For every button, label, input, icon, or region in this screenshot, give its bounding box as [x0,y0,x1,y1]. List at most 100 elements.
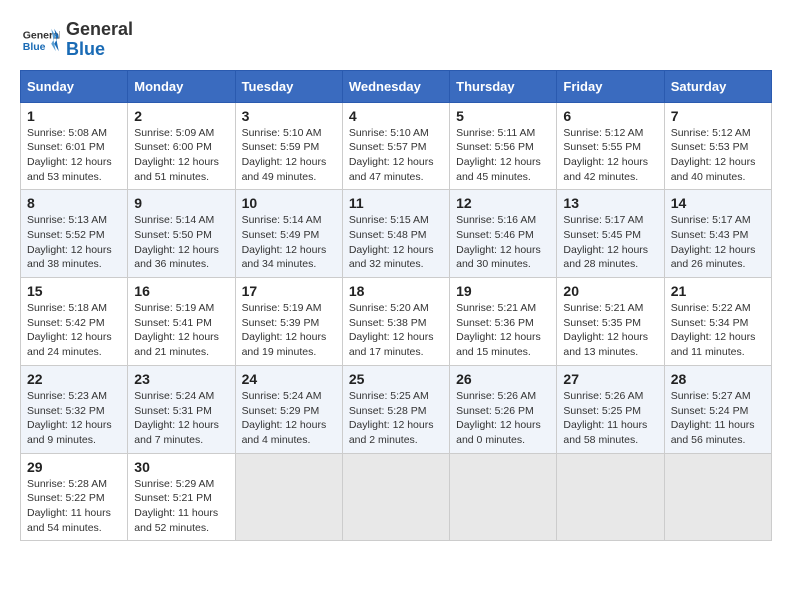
day-number: 19 [456,283,550,299]
day-detail: Sunrise: 5:08 AM Sunset: 6:01 PM Dayligh… [27,126,121,185]
day-number: 5 [456,108,550,124]
day-detail: Sunrise: 5:20 AM Sunset: 5:38 PM Dayligh… [349,301,443,360]
day-number: 23 [134,371,228,387]
day-detail: Sunrise: 5:26 AM Sunset: 5:26 PM Dayligh… [456,389,550,448]
day-detail: Sunrise: 5:27 AM Sunset: 5:24 PM Dayligh… [671,389,765,448]
calendar-cell: 3 Sunrise: 5:10 AM Sunset: 5:59 PM Dayli… [235,102,342,190]
day-number: 10 [242,195,336,211]
day-number: 11 [349,195,443,211]
day-detail: Sunrise: 5:10 AM Sunset: 5:57 PM Dayligh… [349,126,443,185]
day-number: 6 [563,108,657,124]
calendar-cell: 2 Sunrise: 5:09 AM Sunset: 6:00 PM Dayli… [128,102,235,190]
day-detail: Sunrise: 5:12 AM Sunset: 5:53 PM Dayligh… [671,126,765,185]
calendar-cell: 20 Sunrise: 5:21 AM Sunset: 5:35 PM Dayl… [557,278,664,366]
calendar-cell: 11 Sunrise: 5:15 AM Sunset: 5:48 PM Dayl… [342,190,449,278]
calendar-cell: 18 Sunrise: 5:20 AM Sunset: 5:38 PM Dayl… [342,278,449,366]
calendar-week-row: 22 Sunrise: 5:23 AM Sunset: 5:32 PM Dayl… [21,365,772,453]
day-detail: Sunrise: 5:21 AM Sunset: 5:36 PM Dayligh… [456,301,550,360]
day-detail: Sunrise: 5:16 AM Sunset: 5:46 PM Dayligh… [456,213,550,272]
calendar-cell: 30 Sunrise: 5:29 AM Sunset: 5:21 PM Dayl… [128,453,235,541]
calendar-cell: 22 Sunrise: 5:23 AM Sunset: 5:32 PM Dayl… [21,365,128,453]
day-number: 9 [134,195,228,211]
day-detail: Sunrise: 5:24 AM Sunset: 5:31 PM Dayligh… [134,389,228,448]
calendar-header-row: SundayMondayTuesdayWednesdayThursdayFrid… [21,70,772,102]
day-detail: Sunrise: 5:09 AM Sunset: 6:00 PM Dayligh… [134,126,228,185]
calendar-cell: 9 Sunrise: 5:14 AM Sunset: 5:50 PM Dayli… [128,190,235,278]
calendar-cell: 8 Sunrise: 5:13 AM Sunset: 5:52 PM Dayli… [21,190,128,278]
calendar-cell [450,453,557,541]
day-number: 24 [242,371,336,387]
calendar-cell: 1 Sunrise: 5:08 AM Sunset: 6:01 PM Dayli… [21,102,128,190]
day-detail: Sunrise: 5:12 AM Sunset: 5:55 PM Dayligh… [563,126,657,185]
calendar-cell: 14 Sunrise: 5:17 AM Sunset: 5:43 PM Dayl… [664,190,771,278]
day-detail: Sunrise: 5:14 AM Sunset: 5:50 PM Dayligh… [134,213,228,272]
day-detail: Sunrise: 5:28 AM Sunset: 5:22 PM Dayligh… [27,477,121,536]
logo-icon: General Blue [20,25,60,55]
calendar-week-row: 15 Sunrise: 5:18 AM Sunset: 5:42 PM Dayl… [21,278,772,366]
calendar-cell: 19 Sunrise: 5:21 AM Sunset: 5:36 PM Dayl… [450,278,557,366]
day-detail: Sunrise: 5:23 AM Sunset: 5:32 PM Dayligh… [27,389,121,448]
calendar-cell: 5 Sunrise: 5:11 AM Sunset: 5:56 PM Dayli… [450,102,557,190]
day-number: 13 [563,195,657,211]
day-number: 22 [27,371,121,387]
calendar-cell: 13 Sunrise: 5:17 AM Sunset: 5:45 PM Dayl… [557,190,664,278]
day-number: 7 [671,108,765,124]
calendar-cell: 25 Sunrise: 5:25 AM Sunset: 5:28 PM Dayl… [342,365,449,453]
day-number: 15 [27,283,121,299]
header-tuesday: Tuesday [235,70,342,102]
day-number: 26 [456,371,550,387]
day-detail: Sunrise: 5:19 AM Sunset: 5:41 PM Dayligh… [134,301,228,360]
day-detail: Sunrise: 5:24 AM Sunset: 5:29 PM Dayligh… [242,389,336,448]
day-number: 18 [349,283,443,299]
day-detail: Sunrise: 5:18 AM Sunset: 5:42 PM Dayligh… [27,301,121,360]
calendar-cell: 29 Sunrise: 5:28 AM Sunset: 5:22 PM Dayl… [21,453,128,541]
day-detail: Sunrise: 5:17 AM Sunset: 5:43 PM Dayligh… [671,213,765,272]
calendar-cell: 28 Sunrise: 5:27 AM Sunset: 5:24 PM Dayl… [664,365,771,453]
logo: General Blue General Blue [20,20,133,60]
calendar-cell [664,453,771,541]
calendar-cell: 24 Sunrise: 5:24 AM Sunset: 5:29 PM Dayl… [235,365,342,453]
day-number: 27 [563,371,657,387]
day-number: 25 [349,371,443,387]
calendar-cell [342,453,449,541]
calendar-cell: 7 Sunrise: 5:12 AM Sunset: 5:53 PM Dayli… [664,102,771,190]
calendar-cell: 12 Sunrise: 5:16 AM Sunset: 5:46 PM Dayl… [450,190,557,278]
day-number: 29 [27,459,121,475]
logo-name: General Blue [66,20,133,60]
day-number: 14 [671,195,765,211]
day-detail: Sunrise: 5:19 AM Sunset: 5:39 PM Dayligh… [242,301,336,360]
day-detail: Sunrise: 5:14 AM Sunset: 5:49 PM Dayligh… [242,213,336,272]
calendar-week-row: 1 Sunrise: 5:08 AM Sunset: 6:01 PM Dayli… [21,102,772,190]
header-saturday: Saturday [664,70,771,102]
calendar-cell: 10 Sunrise: 5:14 AM Sunset: 5:49 PM Dayl… [235,190,342,278]
header-sunday: Sunday [21,70,128,102]
calendar-cell: 21 Sunrise: 5:22 AM Sunset: 5:34 PM Dayl… [664,278,771,366]
calendar-cell: 4 Sunrise: 5:10 AM Sunset: 5:57 PM Dayli… [342,102,449,190]
calendar-cell [235,453,342,541]
day-number: 30 [134,459,228,475]
header-friday: Friday [557,70,664,102]
calendar-cell: 16 Sunrise: 5:19 AM Sunset: 5:41 PM Dayl… [128,278,235,366]
day-number: 2 [134,108,228,124]
header-wednesday: Wednesday [342,70,449,102]
day-number: 1 [27,108,121,124]
day-number: 28 [671,371,765,387]
day-number: 4 [349,108,443,124]
day-detail: Sunrise: 5:29 AM Sunset: 5:21 PM Dayligh… [134,477,228,536]
day-number: 3 [242,108,336,124]
calendar-week-row: 8 Sunrise: 5:13 AM Sunset: 5:52 PM Dayli… [21,190,772,278]
page-header: General Blue General Blue [20,20,772,60]
day-detail: Sunrise: 5:11 AM Sunset: 5:56 PM Dayligh… [456,126,550,185]
day-detail: Sunrise: 5:25 AM Sunset: 5:28 PM Dayligh… [349,389,443,448]
calendar-cell: 6 Sunrise: 5:12 AM Sunset: 5:55 PM Dayli… [557,102,664,190]
day-number: 12 [456,195,550,211]
header-thursday: Thursday [450,70,557,102]
day-number: 20 [563,283,657,299]
day-detail: Sunrise: 5:15 AM Sunset: 5:48 PM Dayligh… [349,213,443,272]
day-detail: Sunrise: 5:13 AM Sunset: 5:52 PM Dayligh… [27,213,121,272]
calendar-cell: 15 Sunrise: 5:18 AM Sunset: 5:42 PM Dayl… [21,278,128,366]
day-detail: Sunrise: 5:22 AM Sunset: 5:34 PM Dayligh… [671,301,765,360]
day-number: 17 [242,283,336,299]
day-detail: Sunrise: 5:21 AM Sunset: 5:35 PM Dayligh… [563,301,657,360]
day-number: 8 [27,195,121,211]
